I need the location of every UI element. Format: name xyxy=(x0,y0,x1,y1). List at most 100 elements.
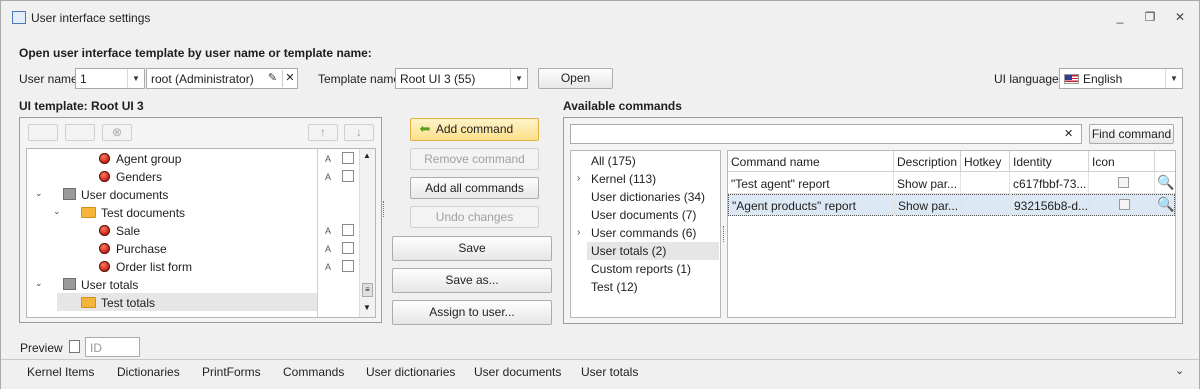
splitter-handle[interactable] xyxy=(723,226,726,242)
category-item[interactable]: Test (12) xyxy=(591,278,638,296)
chevron-down-icon[interactable]: ⌄ xyxy=(35,278,43,289)
tree-item[interactable]: Test documents xyxy=(81,204,185,222)
category-item[interactable]: User documents (7) xyxy=(591,206,696,224)
tree-item[interactable]: Purchase xyxy=(99,240,167,258)
scroll-thumb[interactable]: ≡ xyxy=(362,283,373,297)
user-display-field[interactable]: root (Administrator) ✎ ✕ xyxy=(146,68,298,89)
open-template-heading: Open user interface template by user nam… xyxy=(19,46,372,60)
checkbox[interactable] xyxy=(342,224,354,236)
category-item[interactable]: User totals (2) xyxy=(591,242,666,260)
open-button[interactable]: Open xyxy=(538,68,613,89)
a-marker: A xyxy=(325,244,332,254)
add-command-button[interactable]: ⬅ Add command xyxy=(410,118,539,141)
folder-icon xyxy=(81,297,96,308)
chevron-down-icon[interactable]: ▼ xyxy=(127,69,144,88)
add-all-commands-button[interactable]: Add all commands xyxy=(410,177,539,199)
lookup-icon[interactable]: 🔍 xyxy=(1157,196,1174,213)
cell-identity: 932156b8-d... xyxy=(1011,194,1090,216)
tab-user-totals[interactable]: User totals xyxy=(581,365,638,379)
tree-item[interactable]: Test totals xyxy=(81,294,155,312)
ui-language-select[interactable]: English ▼ xyxy=(1059,68,1183,89)
category-list: All (175) › Kernel (113) User dictionari… xyxy=(570,150,721,318)
command-icon xyxy=(1118,177,1129,188)
tree-scrollbar[interactable]: ▲ ≡ ▼ xyxy=(359,149,375,317)
checkbox[interactable] xyxy=(342,152,354,164)
a-marker: A xyxy=(325,226,332,236)
tab-user-documents[interactable]: User documents xyxy=(474,365,561,379)
lookup-icon[interactable]: 🔍 xyxy=(1157,174,1174,191)
column-header[interactable]: Description xyxy=(894,151,961,172)
table-row[interactable]: "Agent products" report Show par... 9321… xyxy=(728,194,1175,216)
arrow-left-icon: ⬅ xyxy=(419,121,431,136)
category-item[interactable]: User dictionaries (34) xyxy=(591,188,705,206)
checkbox[interactable] xyxy=(342,260,354,272)
move-down-icon[interactable]: ↓ xyxy=(344,124,374,141)
scroll-up-icon[interactable]: ▲ xyxy=(363,151,371,160)
tree-item[interactable]: User documents xyxy=(63,186,168,204)
user-id-select[interactable]: 1 ▼ xyxy=(75,68,145,89)
window: User interface settings _ ❐ ✕ Open user … xyxy=(0,0,1200,389)
find-command-button[interactable]: Find command xyxy=(1089,124,1174,144)
close-button[interactable]: ✕ xyxy=(1171,10,1189,26)
remove-command-button[interactable]: Remove command xyxy=(410,148,539,170)
add-folder-icon[interactable] xyxy=(65,124,95,141)
document-icon xyxy=(69,340,80,353)
tab-kernel-items[interactable]: Kernel Items xyxy=(27,365,94,379)
ui-template-name: Root UI 3 xyxy=(91,99,144,113)
cell-icon xyxy=(1090,194,1156,216)
scroll-down-icon[interactable]: ▼ xyxy=(363,303,371,312)
tab-printforms[interactable]: PrintForms xyxy=(202,365,261,379)
clear-icon[interactable]: ✕ xyxy=(282,70,297,87)
delete-icon[interactable]: ⊗ xyxy=(102,124,132,141)
a-marker: A xyxy=(325,154,332,164)
restore-button[interactable]: ❐ xyxy=(1141,10,1159,26)
checkbox[interactable] xyxy=(342,242,354,254)
tree-item-label: Purchase xyxy=(116,242,167,256)
available-commands-heading: Available commands xyxy=(563,99,682,113)
checkbox[interactable] xyxy=(342,170,354,182)
save-as-button[interactable]: Save as... xyxy=(392,268,552,293)
cell-description: Show par... xyxy=(895,194,962,216)
tab-commands[interactable]: Commands xyxy=(283,365,344,379)
column-header[interactable]: Command name xyxy=(728,151,894,172)
user-folder-icon xyxy=(63,278,76,290)
move-up-icon[interactable]: ↑ xyxy=(308,124,338,141)
command-search-input[interactable] xyxy=(570,124,1082,144)
splitter-handle[interactable] xyxy=(383,201,386,217)
column-header-extra xyxy=(1155,151,1175,172)
template-value: Root UI 3 (55) xyxy=(400,72,476,86)
assign-to-user-button[interactable]: Assign to user... xyxy=(392,300,552,325)
preview-id-input[interactable]: ID xyxy=(85,337,140,357)
save-button[interactable]: Save xyxy=(392,236,552,261)
chevron-down-icon[interactable]: ⌄ xyxy=(35,188,43,199)
category-item[interactable]: Custom reports (1) xyxy=(591,260,691,278)
template-select[interactable]: Root UI 3 (55) ▼ xyxy=(395,68,528,89)
tree-item[interactable]: Genders xyxy=(99,168,162,186)
minimize-button[interactable]: _ xyxy=(1111,10,1129,26)
table-row[interactable]: "Test agent" report Show par... c617fbbf… xyxy=(728,172,1175,194)
add-group-icon[interactable] xyxy=(28,124,58,141)
column-header[interactable]: Icon xyxy=(1089,151,1155,172)
tree-item[interactable]: User totals xyxy=(63,276,138,294)
chevron-right-icon[interactable]: › xyxy=(577,173,580,184)
column-header[interactable]: Identity xyxy=(1010,151,1089,172)
tab-user-dictionaries[interactable]: User dictionaries xyxy=(366,365,455,379)
tab-dictionaries[interactable]: Dictionaries xyxy=(117,365,180,379)
column-header[interactable]: Hotkey xyxy=(961,151,1010,172)
clear-icon[interactable]: ✕ xyxy=(1064,127,1073,140)
chevron-down-icon[interactable]: ▼ xyxy=(1165,69,1182,88)
category-item[interactable]: Kernel (113) xyxy=(591,170,656,188)
expand-tabs-icon[interactable]: ⌄ xyxy=(1175,364,1184,377)
category-item[interactable]: All (175) xyxy=(591,152,636,170)
undo-changes-button[interactable]: Undo changes xyxy=(410,206,539,228)
category-item[interactable]: User commands (6) xyxy=(591,224,696,242)
chevron-right-icon[interactable]: › xyxy=(577,227,580,238)
tree-item[interactable]: Agent group xyxy=(99,150,181,168)
chevron-down-icon[interactable]: ⌄ xyxy=(53,206,61,217)
tree-item[interactable]: Order list form xyxy=(99,258,192,276)
tree-item[interactable]: Sale xyxy=(99,222,140,240)
window-title: User interface settings xyxy=(31,11,151,25)
chevron-down-icon[interactable]: ▼ xyxy=(510,69,527,88)
edit-icon[interactable]: ✎ xyxy=(265,71,280,86)
command-icon xyxy=(99,225,110,236)
